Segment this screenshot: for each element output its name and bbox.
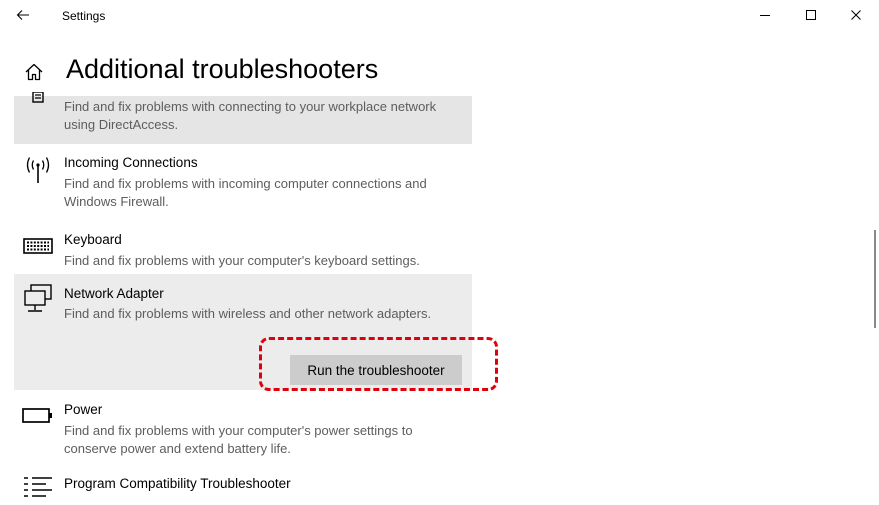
maximize-button[interactable] bbox=[788, 0, 834, 33]
troubleshooter-title: Power bbox=[64, 402, 103, 417]
troubleshooter-item-program-compatibility[interactable]: Program Compatibility Troubleshooter bbox=[14, 466, 472, 505]
troubleshooter-item-incoming-connections[interactable]: Incoming Connections Find and fix proble… bbox=[14, 144, 472, 216]
troubleshooter-item-directaccess[interactable]: Find and fix problems with connecting to… bbox=[14, 92, 472, 144]
page-title: Additional troubleshooters bbox=[66, 54, 379, 84]
troubleshooter-title: Keyboard bbox=[64, 232, 122, 247]
troubleshooter-list: Find and fix problems with connecting to… bbox=[14, 92, 472, 505]
back-button[interactable] bbox=[0, 0, 46, 33]
minimize-icon bbox=[759, 8, 771, 26]
troubleshooter-description: Find and fix problems with connecting to… bbox=[64, 99, 437, 132]
troubleshooter-title: Program Compatibility Troubleshooter bbox=[64, 476, 291, 491]
troubleshooter-title: Incoming Connections bbox=[64, 155, 198, 170]
home-icon bbox=[24, 62, 44, 87]
troubleshooter-title: Network Adapter bbox=[64, 286, 164, 301]
troubleshooter-item-power[interactable]: Power Find and fix problems with your co… bbox=[14, 390, 472, 466]
battery-icon bbox=[22, 408, 54, 436]
network-adapter-icon bbox=[22, 284, 54, 312]
title-bar: Settings bbox=[0, 0, 879, 33]
troubleshooter-description: Find and fix problems with your computer… bbox=[64, 423, 413, 456]
directaccess-icon bbox=[22, 92, 54, 120]
maximize-icon bbox=[805, 8, 817, 26]
troubleshooter-description: Find and fix problems with your computer… bbox=[64, 253, 420, 268]
troubleshooter-item-keyboard[interactable]: Keyboard Find and fix problems with your… bbox=[14, 216, 472, 274]
troubleshooter-description: Find and fix problems with wireless and … bbox=[64, 306, 432, 321]
arrow-left-icon bbox=[16, 8, 30, 26]
scrollbar-thumb[interactable] bbox=[874, 230, 876, 328]
close-icon bbox=[850, 8, 862, 26]
settings-window: Settings Additional troubleshooters Find… bbox=[0, 0, 879, 505]
close-button[interactable] bbox=[833, 0, 879, 33]
antenna-icon bbox=[22, 156, 54, 184]
app-title: Settings bbox=[62, 9, 106, 23]
troubleshooter-description: Find and fix problems with incoming comp… bbox=[64, 176, 427, 209]
red-dashed-highlight bbox=[259, 337, 498, 391]
keyboard-icon bbox=[22, 238, 54, 266]
minimize-button[interactable] bbox=[742, 0, 788, 33]
program-compatibility-icon bbox=[22, 476, 54, 504]
home-button[interactable] bbox=[18, 58, 50, 90]
